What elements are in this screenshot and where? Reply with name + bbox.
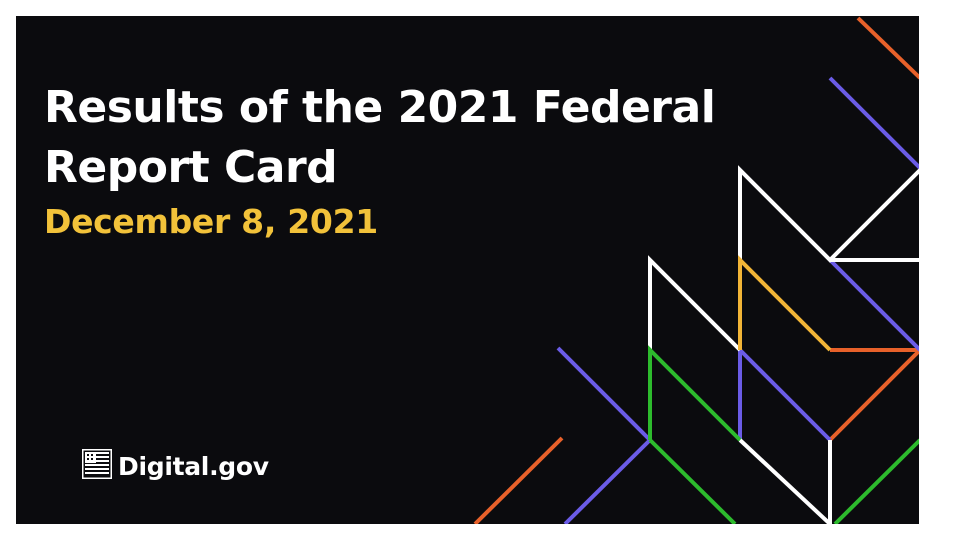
slide: Results of the 2021 Federal Report Card … xyxy=(16,16,919,524)
decorative-line-graphic xyxy=(473,16,919,524)
purple-line xyxy=(828,76,919,170)
green-line xyxy=(648,438,737,524)
orange-line xyxy=(856,16,919,80)
orange-line xyxy=(473,436,564,524)
white-line xyxy=(738,438,832,524)
green-line xyxy=(648,345,742,442)
purple-line xyxy=(738,348,832,442)
yellow-line xyxy=(738,255,832,352)
purple-line xyxy=(828,258,919,352)
white-line xyxy=(648,255,742,352)
purple-line xyxy=(563,438,652,524)
purple-line xyxy=(556,346,652,442)
green-line xyxy=(833,438,919,524)
orange-line xyxy=(828,348,919,442)
